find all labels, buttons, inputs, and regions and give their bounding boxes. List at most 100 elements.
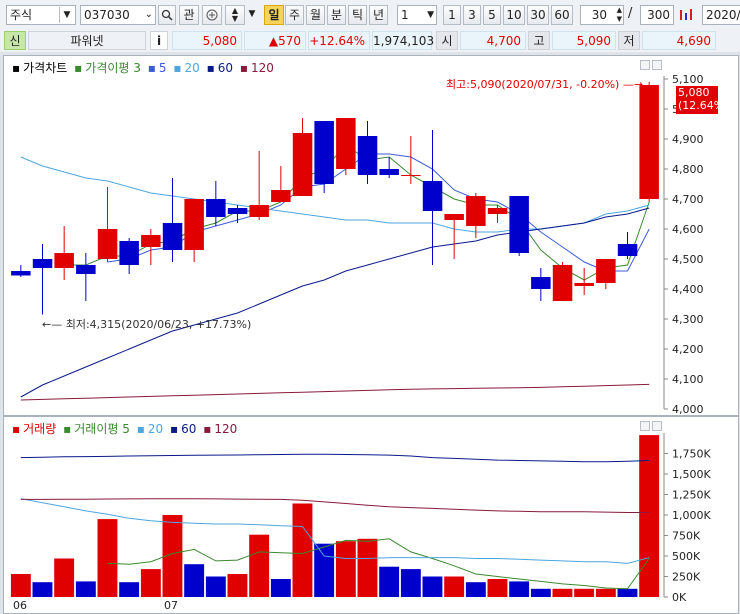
high-label: 고 <box>528 31 550 50</box>
candle-body <box>292 133 313 196</box>
chart-settings-button[interactable] <box>676 5 696 25</box>
chevron-down-icon[interactable]: ▼ <box>59 7 74 23</box>
candle-body <box>249 205 269 217</box>
link-button[interactable] <box>202 5 222 25</box>
quick-unit-3[interactable]: 3 <box>463 5 481 25</box>
volume-chart-panel: ▪ 거래량 ▪ 거래이평 5 ▪ 20 ▪ 60 ▪ 120 0K 250K 500K 750K… <box>3 416 739 614</box>
volume-bar <box>595 588 616 597</box>
stepper-button[interactable]: ▲ ▼ <box>225 5 245 25</box>
y-tick-label: 4,500 <box>672 253 704 266</box>
y-tick-label: 0K <box>672 591 687 604</box>
volume-bar <box>119 582 140 597</box>
quick-unit-5[interactable]: 5 <box>483 5 501 25</box>
quick-unit-60[interactable]: 60 <box>551 5 573 25</box>
volume-bar <box>227 574 248 597</box>
unit-select[interactable]: 1 ▼ <box>397 5 437 25</box>
current-pct-box: (12.64%) <box>678 99 729 112</box>
y-tick-label: 750K <box>672 530 701 543</box>
price-chart-canvas[interactable]: 4,000 4,100 4,200 4,300 4,400 4,500 4,600 4,700… <box>4 56 738 415</box>
volume-bar <box>400 569 421 597</box>
spin-icon[interactable]: ▲ ▼ <box>617 6 622 24</box>
volume-chart-canvas[interactable]: 0K 250K 500K 750K 1,000K 1,250K 1,500K 1,750K <box>4 417 738 613</box>
chevron-down-icon[interactable]: ⌄ <box>145 6 153 24</box>
market-type-label: 주식 <box>10 8 33 22</box>
volume-bar <box>75 581 96 597</box>
volume-bar <box>97 519 118 597</box>
volume-bar <box>422 576 443 597</box>
ma-line-20 <box>20 156 650 233</box>
y-tick-label: 4,400 <box>672 283 704 296</box>
toolbar: 주식 ▼ 037030 ⌄ 관 ▲ ▼ ▼ 일 주 월 분 틱 년 1 ▼ 1 … <box>0 0 740 30</box>
candle-body <box>54 253 74 268</box>
volume-bar <box>270 579 291 597</box>
search-icon <box>161 9 173 21</box>
y-tick-label: 4,700 <box>672 193 704 206</box>
period-tab-day[interactable]: 일 <box>264 5 284 25</box>
volume-bar <box>32 582 53 597</box>
y-tick-label: 4,200 <box>672 343 704 356</box>
period-tab-week[interactable]: 주 <box>285 5 304 25</box>
ma-line-3 <box>64 144 650 281</box>
y-tick-label: 4,000 <box>672 403 704 415</box>
stock-code-input[interactable]: 037030 ⌄ <box>80 5 156 25</box>
volume-bar <box>617 588 638 597</box>
candle-body <box>422 181 443 211</box>
volume-bar <box>487 579 508 597</box>
period-tab-month[interactable]: 월 <box>306 5 325 25</box>
stock-code-value: 037030 <box>84 8 130 22</box>
watchlist-button[interactable]: 관 <box>179 5 199 25</box>
quick-unit-30[interactable]: 30 <box>527 5 549 25</box>
quick-unit-1[interactable]: 1 <box>443 5 461 25</box>
y-tick-label: 1,750K <box>672 448 711 461</box>
y-tick-label: 250K <box>672 571 701 584</box>
total-count-field[interactable]: 300 <box>640 5 674 25</box>
volume-ma-line-60 <box>20 453 650 463</box>
high-price: 5,090 <box>552 31 616 50</box>
y-tick-label: 4,900 <box>672 133 704 146</box>
volume-bar <box>530 588 551 597</box>
candle-body <box>444 214 464 220</box>
candle-body <box>271 190 291 202</box>
chevron-down-icon[interactable]: ▼ <box>248 5 256 25</box>
volume-bar <box>639 435 660 597</box>
market-type-select[interactable]: 주식 ▼ <box>6 5 76 25</box>
candle-body <box>336 118 356 169</box>
volume-bar <box>509 581 530 597</box>
change-percent: +12.64% <box>308 31 370 50</box>
volume-bar <box>335 541 356 597</box>
volume-bar <box>249 534 270 597</box>
link-icon <box>206 9 218 21</box>
period-tab-tick[interactable]: 틱 <box>348 5 367 25</box>
count-value: 30 <box>591 8 607 22</box>
y-tick-label: 1,000K <box>672 509 711 522</box>
chart-settings-icon <box>680 9 692 20</box>
quick-unit-10[interactable]: 10 <box>503 5 525 25</box>
candle-body <box>487 208 508 214</box>
date-input[interactable]: 2020/0 <box>702 5 740 25</box>
candle-body <box>552 265 573 301</box>
volume-bar <box>184 564 205 597</box>
candle-body <box>141 235 161 247</box>
chevron-down-icon[interactable]: ▼ <box>427 6 434 24</box>
arrow-down-icon[interactable]: ▼ <box>226 15 244 23</box>
count-input[interactable]: 30 ▲ ▼ <box>580 5 624 25</box>
y-tick-label: 4,300 <box>672 313 704 326</box>
search-button[interactable] <box>158 5 176 25</box>
volume-bar <box>205 576 226 597</box>
period-tab-year[interactable]: 년 <box>369 5 388 25</box>
volume-bar <box>552 588 573 597</box>
volume-bar <box>314 543 335 597</box>
period-tab-minute[interactable]: 분 <box>327 5 346 25</box>
candle-body <box>357 136 378 175</box>
volume-bar <box>140 569 161 597</box>
info-button[interactable]: i <box>150 31 168 50</box>
candle-body <box>531 277 551 289</box>
y-tick-label: 4,600 <box>672 223 704 236</box>
x-label-june: 06 <box>13 599 27 612</box>
open-price: 4,700 <box>460 31 526 50</box>
candle-body <box>379 169 399 175</box>
total-count-value: 300 <box>647 8 670 22</box>
volume-bar <box>357 538 378 597</box>
volume-bar <box>54 558 75 597</box>
high-note: 최고:5,090(2020/07/31, -0.20%) <box>446 78 620 91</box>
